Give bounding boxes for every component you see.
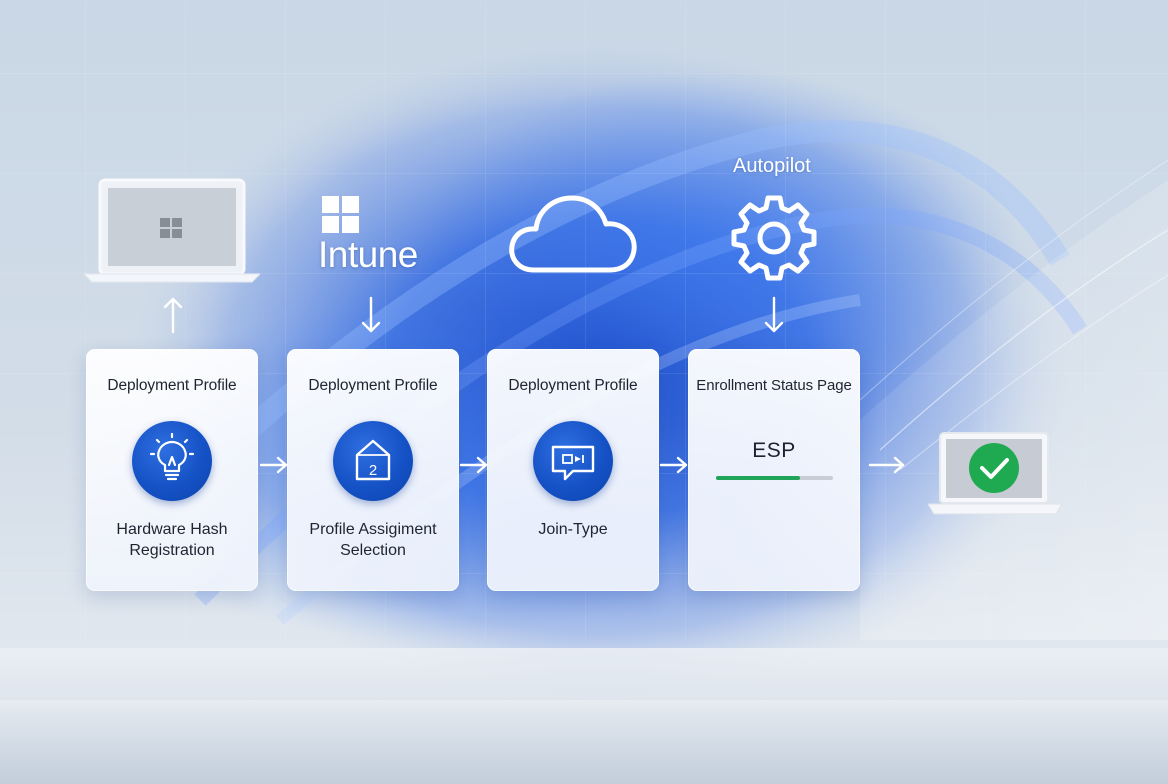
card-subtitle-line: Join-Type: [538, 521, 608, 538]
arrow-right-icon: [459, 456, 488, 474]
card-subtitle-line: Selection: [340, 542, 406, 559]
laptop-check-icon: [928, 432, 1062, 515]
arrow-right-icon: [259, 456, 288, 474]
card-title: Deployment Profile: [107, 377, 237, 394]
floor-band: [0, 700, 1168, 784]
chat-bubble-icon: [533, 421, 613, 501]
card-title: Deployment Profile: [508, 377, 638, 394]
intune-label: Intune: [318, 234, 418, 275]
arrow-right-icon: [659, 456, 688, 474]
autopilot-label: Autopilot: [733, 155, 811, 177]
card-subtitle-line: Registration: [129, 542, 215, 559]
esp-progress-fill: [716, 476, 801, 480]
esp-label: ESP: [752, 439, 796, 462]
cloud-icon: [509, 195, 637, 273]
card-title: Enrollment Status Page: [696, 377, 852, 394]
windows-logo-icon: [322, 196, 359, 233]
card-subtitle: Join-Type: [487, 519, 659, 540]
arrow-down-icon: [361, 296, 381, 333]
card-subtitle-line: Hardware Hash: [116, 521, 228, 538]
step-card-profile-assignment: Deployment Profile 2 Profile Assigiment …: [287, 349, 459, 591]
arrow-up-icon: [163, 297, 183, 334]
gear-icon: [731, 195, 817, 281]
arrow-right-icon: [868, 456, 905, 474]
numbered-box-icon: 2: [333, 421, 413, 501]
box-number: 2: [369, 462, 377, 479]
step-card-hardware-hash: Deployment Profile Hardware Hash Registr…: [86, 349, 258, 591]
step-card-enrollment-status: Enrollment Status Page ESP: [688, 349, 860, 591]
arrow-down-icon: [764, 296, 784, 333]
step-card-join-type: Deployment Profile Join-Type: [487, 349, 659, 591]
diagram-canvas: Intune Autopilot Deployment Profile Hard…: [0, 0, 1168, 784]
card-title: Deployment Profile: [308, 377, 438, 394]
esp-progress-track: [716, 476, 833, 480]
card-subtitle-line: Profile Assigiment: [309, 521, 437, 538]
card-subtitle: Profile Assigiment Selection: [287, 519, 459, 561]
lightbulb-icon: [132, 421, 212, 501]
laptop-icon: [84, 178, 260, 283]
card-subtitle: Hardware Hash Registration: [86, 519, 258, 561]
